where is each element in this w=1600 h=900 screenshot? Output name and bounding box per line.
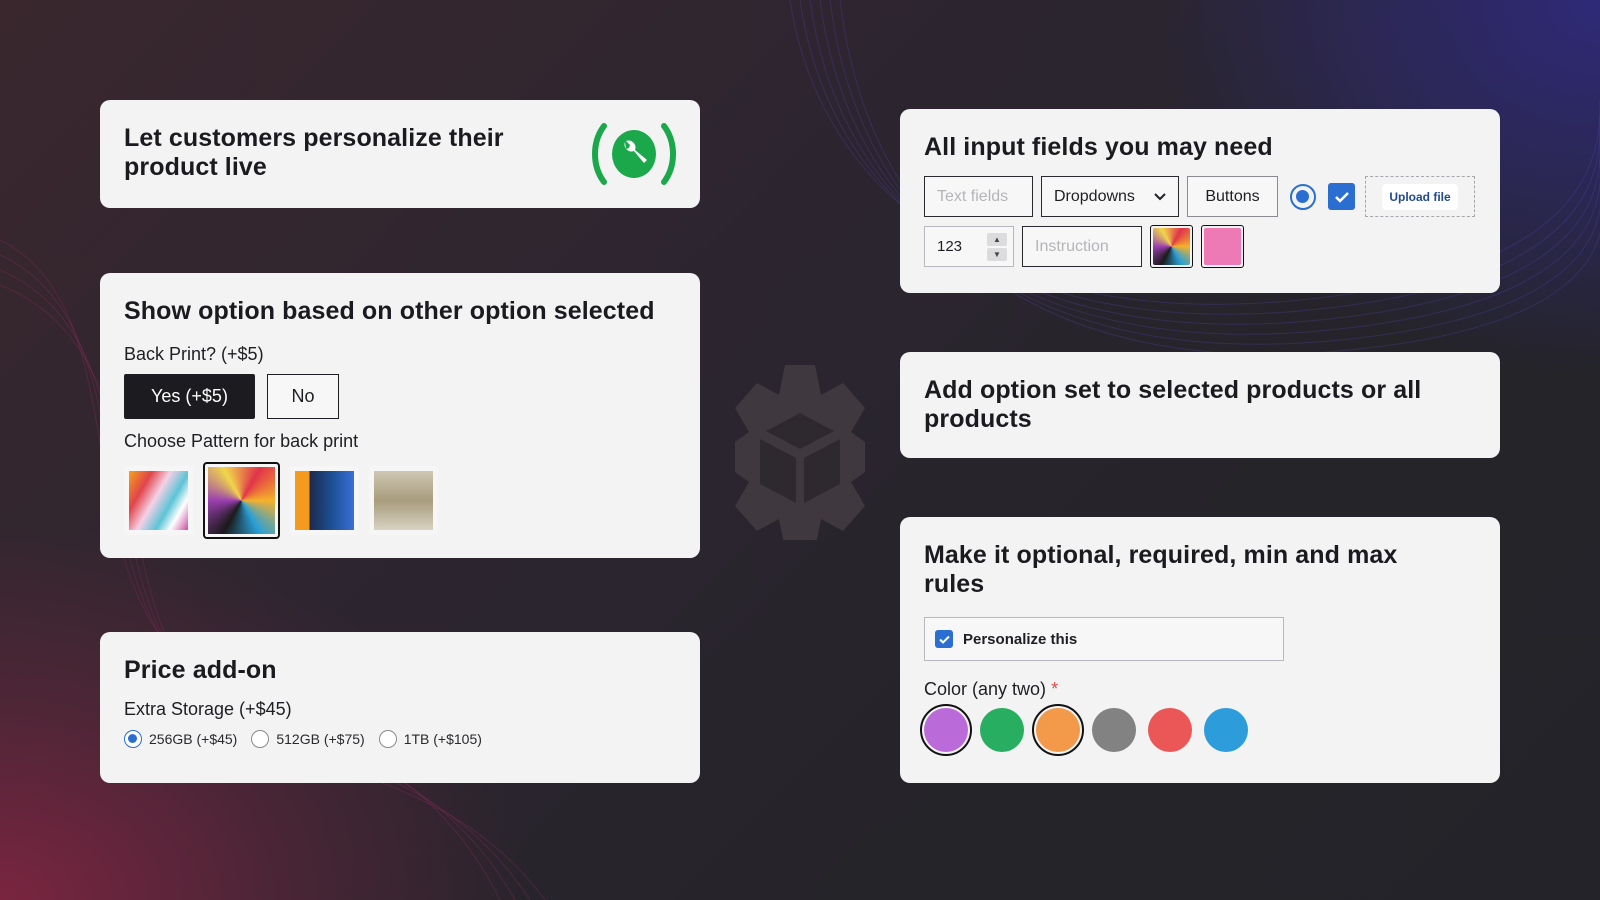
no-option-button[interactable]: No xyxy=(267,374,339,419)
chevron-down-icon xyxy=(1154,192,1166,200)
extra-storage-label: Extra Storage (+$45) xyxy=(124,699,292,719)
dropdown[interactable]: Dropdowns xyxy=(1041,176,1179,217)
checkbox[interactable] xyxy=(1328,183,1355,210)
decrement-icon[interactable]: ▼ xyxy=(987,247,1007,261)
back-print-label: Back Print? (+$5) xyxy=(124,344,264,364)
color-label-text: Color (any two) xyxy=(924,679,1047,699)
personalize-card: Let customers personalize their product … xyxy=(100,100,700,208)
price-addon-card: Price add-on Extra Storage (+$45) 256GB … xyxy=(100,632,700,783)
radio-selected[interactable] xyxy=(124,730,142,748)
pattern-swatch-castle[interactable] xyxy=(369,466,438,535)
image-swatch[interactable] xyxy=(1150,225,1193,268)
color-dot xyxy=(1036,708,1080,752)
upload-file-button[interactable]: Upload file xyxy=(1382,183,1458,210)
buttons-button[interactable]: Buttons xyxy=(1187,176,1278,217)
checkmark-icon xyxy=(1334,191,1349,203)
color-dot xyxy=(980,708,1024,752)
required-marker: * xyxy=(1051,679,1059,699)
checkmark-icon xyxy=(938,635,950,644)
color-dot xyxy=(1092,708,1136,752)
radio-label: 1TB (+$105) xyxy=(403,731,482,747)
color-option-2[interactable] xyxy=(1032,704,1084,756)
number-stepper[interactable]: 123 ▲ ▼ xyxy=(924,226,1014,267)
color-option-4[interactable] xyxy=(1144,704,1196,756)
price-addon-title: Price add-on xyxy=(124,656,277,684)
color-swatch[interactable] xyxy=(1201,225,1244,268)
wrench-broadcast-icon xyxy=(592,123,676,185)
color-dot xyxy=(1148,708,1192,752)
pattern-swatch-abstract[interactable] xyxy=(124,466,193,535)
text-field[interactable]: Text fields xyxy=(924,176,1033,217)
color-option-0[interactable] xyxy=(920,704,972,756)
option-set-card: Add option set to selected products or a… xyxy=(900,352,1500,458)
personalize-label: Personalize this xyxy=(963,630,1078,648)
color-label: Color (any two) * xyxy=(924,679,1476,700)
pattern-swatch-mural[interactable] xyxy=(203,462,280,539)
personalize-checkbox-row[interactable]: Personalize this xyxy=(924,617,1284,661)
number-value: 123 xyxy=(937,238,963,255)
option-set-title: Add option set to selected products or a… xyxy=(924,376,1422,433)
instruction-field[interactable]: Instruction xyxy=(1022,226,1142,267)
color-dot xyxy=(1204,708,1248,752)
radio-label: 512GB (+$75) xyxy=(276,731,365,747)
pattern-label: Choose Pattern for back print xyxy=(124,431,359,451)
radio-label: 256GB (+$45) xyxy=(149,731,238,747)
storage-option-1tb[interactable]: 1TB (+$105) xyxy=(378,730,482,748)
rules-title: Make it optional, required, min and max … xyxy=(924,541,1398,598)
personalize-title: Let customers personalize their product … xyxy=(124,124,504,181)
color-option-3[interactable] xyxy=(1088,704,1140,756)
color-options xyxy=(920,704,1476,756)
storage-option-256[interactable]: 256GB (+$45) xyxy=(124,730,237,748)
upload-dropzone[interactable]: Upload file xyxy=(1365,176,1475,217)
color-option-1[interactable] xyxy=(976,704,1028,756)
increment-icon[interactable]: ▲ xyxy=(987,232,1007,246)
radio-unselected[interactable] xyxy=(378,730,397,748)
checkbox-checked[interactable] xyxy=(935,630,953,648)
conditional-option-card: Show option based on other option select… xyxy=(100,273,700,558)
dropdown-value: Dropdowns xyxy=(1054,187,1135,205)
radio-unselected[interactable] xyxy=(251,730,270,748)
gear-box-icon xyxy=(735,365,865,540)
color-dot xyxy=(924,708,968,752)
color-option-5[interactable] xyxy=(1200,704,1252,756)
storage-option-512[interactable]: 512GB (+$75) xyxy=(251,730,365,748)
rules-card: Make it optional, required, min and max … xyxy=(900,517,1500,783)
radio-button[interactable] xyxy=(1290,183,1316,210)
pattern-swatch-portrait[interactable] xyxy=(290,466,359,535)
yes-option-button[interactable]: Yes (+$5) xyxy=(124,374,255,419)
input-fields-card: All input fields you may need Text field… xyxy=(900,109,1500,293)
input-fields-title: All input fields you may need xyxy=(924,133,1273,161)
conditional-title: Show option based on other option select… xyxy=(124,297,655,325)
